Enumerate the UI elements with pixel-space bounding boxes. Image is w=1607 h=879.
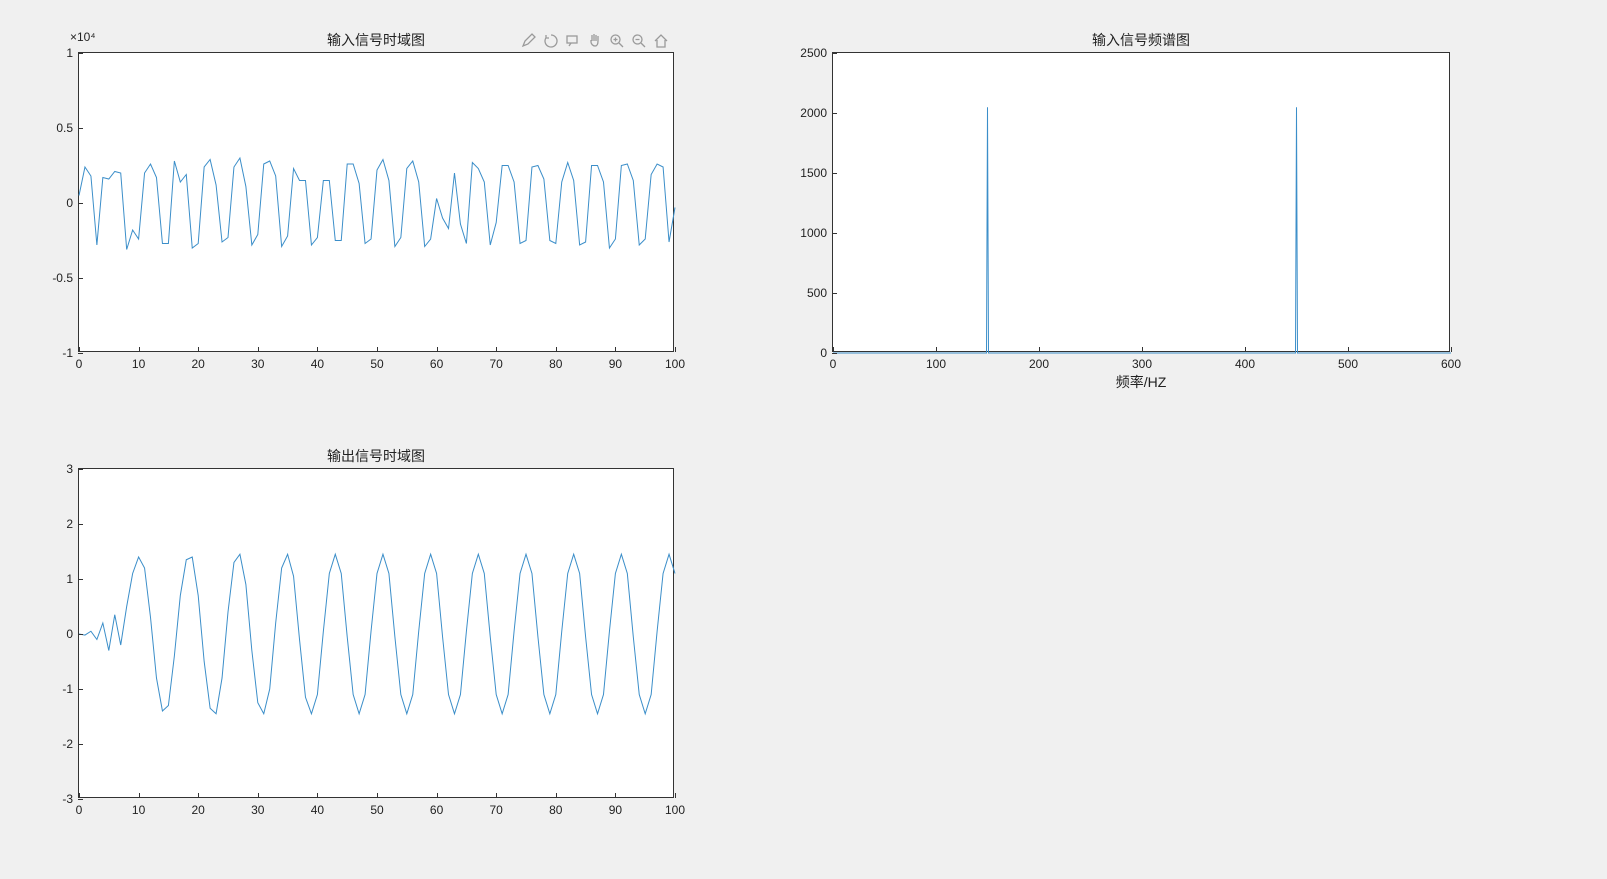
x-tick-label: 30 (251, 797, 264, 817)
y-tick-label: -2 (62, 737, 79, 751)
axes-output-time[interactable]: -3-2-101230102030405060708090100 (78, 468, 674, 798)
x-tick-label: 70 (490, 351, 503, 371)
x-tick-label: 400 (1235, 351, 1255, 371)
x-tick-label: 50 (370, 351, 383, 371)
axes-toolbar (520, 32, 670, 50)
chart-title: 输入信号频谱图 (832, 30, 1450, 50)
y-tick-label: 1500 (800, 166, 833, 180)
x-tick-label: 80 (549, 351, 562, 371)
pan-icon[interactable] (586, 32, 604, 50)
x-tick-label: 70 (490, 797, 503, 817)
y-tick-label: 2500 (800, 46, 833, 60)
zoom-out-icon[interactable] (630, 32, 648, 50)
axes-spectrum[interactable]: 050010001500200025000100200300400500600 (832, 52, 1450, 352)
rotate-icon[interactable] (542, 32, 560, 50)
y-tick-label: 500 (807, 286, 833, 300)
x-tick-label: 40 (311, 797, 324, 817)
x-tick-label: 60 (430, 351, 443, 371)
y-tick-label: 1000 (800, 226, 833, 240)
y-tick-label: 0.5 (56, 121, 79, 135)
y-tick-label: -1 (62, 682, 79, 696)
line-series-input-time (79, 53, 673, 351)
x-tick-label: 90 (609, 797, 622, 817)
x-tick-label: 100 (665, 797, 685, 817)
line-series-spectrum (833, 53, 1449, 351)
y-axis-exponent: ×10⁴ (70, 30, 96, 44)
x-tick-label: 30 (251, 351, 264, 371)
chart-title: 输出信号时域图 (78, 446, 674, 466)
x-tick-label: 90 (609, 351, 622, 371)
subplot-spectrum: 输入信号频谱图 频率/HZ 05001000150020002500010020… (832, 52, 1450, 352)
zoom-in-icon[interactable] (608, 32, 626, 50)
subplot-output-time: 输出信号时域图 -3-2-101230102030405060708090100 (78, 468, 674, 798)
x-tick-label: 80 (549, 797, 562, 817)
x-tick-label: 10 (132, 351, 145, 371)
y-tick-label: -0.5 (52, 271, 79, 285)
x-tick-label: 60 (430, 797, 443, 817)
home-icon[interactable] (652, 32, 670, 50)
x-tick-label: 20 (192, 351, 205, 371)
x-tick-label: 0 (830, 351, 837, 371)
x-tick-label: 20 (192, 797, 205, 817)
x-tick-label: 500 (1338, 351, 1358, 371)
figure-window: 输入信号时域图 ×10⁴ -1-0.500.510102030405060708… (0, 0, 1607, 879)
x-tick-label: 300 (1132, 351, 1152, 371)
x-tick-label: 50 (370, 797, 383, 817)
subplot-input-time: 输入信号时域图 ×10⁴ -1-0.500.510102030405060708… (78, 52, 674, 352)
brush-icon[interactable] (520, 32, 538, 50)
x-tick-label: 0 (76, 797, 83, 817)
x-tick-label: 10 (132, 797, 145, 817)
x-tick-label: 100 (665, 351, 685, 371)
line-series-output-time (79, 469, 673, 797)
x-axis-label: 频率/HZ (832, 372, 1450, 392)
axes-input-time[interactable]: -1-0.500.510102030405060708090100 (78, 52, 674, 352)
x-tick-label: 100 (926, 351, 946, 371)
x-tick-label: 40 (311, 351, 324, 371)
x-tick-label: 600 (1441, 351, 1461, 371)
x-tick-label: 0 (76, 351, 83, 371)
y-tick-label: 2000 (800, 106, 833, 120)
datatip-icon[interactable] (564, 32, 582, 50)
x-tick-label: 200 (1029, 351, 1049, 371)
